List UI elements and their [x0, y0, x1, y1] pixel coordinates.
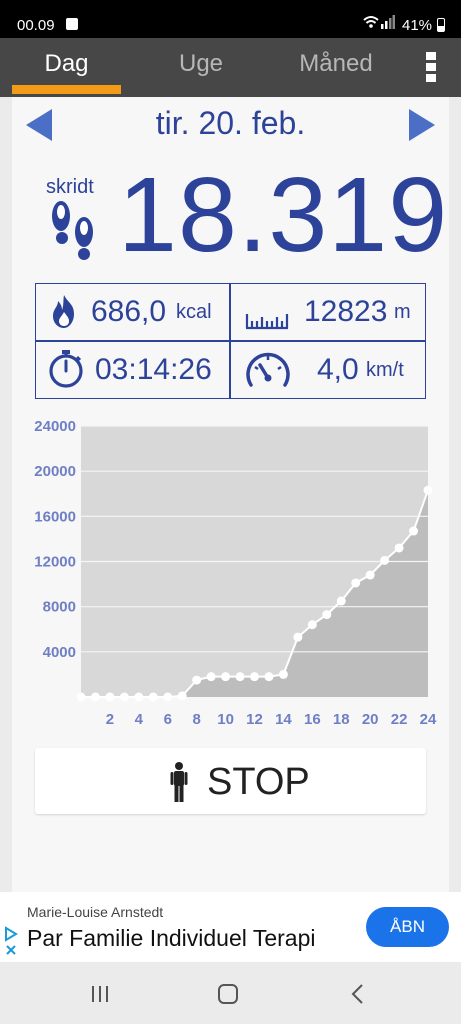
x-tick-label: 4 [135, 711, 144, 728]
notification-icon [66, 18, 78, 30]
x-tick-label: 20 [362, 711, 379, 728]
chart-data-point [409, 526, 419, 536]
person-icon [170, 762, 188, 802]
status-time: 00.09 [17, 17, 55, 34]
steps-count: 18.319 [118, 156, 449, 274]
chart-data-point [177, 691, 187, 701]
x-tick-label: 18 [333, 711, 350, 728]
stop-button[interactable]: STOP [35, 748, 426, 814]
chart-data-point [119, 692, 129, 702]
chart-data-point [163, 692, 173, 702]
stop-button-label: STOP [207, 761, 310, 803]
chart-data-point [351, 578, 361, 588]
system-nav-bar [0, 962, 461, 1024]
x-tick-label: 2 [106, 711, 114, 728]
chart-data-point [90, 692, 100, 702]
speed-value: 4,0 [317, 353, 359, 386]
status-bar: 00.09 41% [0, 0, 461, 38]
ad-advertiser: Marie-Louise Arnstedt [27, 904, 164, 920]
chart-data-point [380, 555, 390, 565]
next-day-arrow-icon[interactable] [409, 109, 435, 141]
chart-data-point [293, 632, 303, 642]
y-tick-label: 12000 [34, 554, 76, 571]
chart-data-point [76, 692, 86, 702]
x-tick-label: 22 [391, 711, 408, 728]
x-tick-label: 24 [420, 711, 437, 728]
x-tick-label: 14 [275, 711, 292, 728]
chart-data-point [235, 672, 245, 682]
chart-data-point [394, 543, 404, 553]
chart-data-point [264, 672, 274, 682]
x-tick-label: 8 [192, 711, 200, 728]
calories-value: 686,0 [91, 295, 167, 328]
y-tick-label: 16000 [34, 508, 76, 525]
x-tick-label: 12 [246, 711, 263, 728]
ruler-icon [245, 314, 289, 330]
overflow-menu-icon[interactable] [424, 52, 438, 86]
home-icon[interactable] [216, 982, 240, 1006]
chart-data-point [221, 672, 231, 682]
chart-data-point [148, 692, 158, 702]
tab-month[interactable]: Måned [280, 38, 392, 97]
x-tick-label: 6 [164, 711, 172, 728]
chart-data-point [423, 485, 433, 495]
y-tick-label: 20000 [34, 463, 76, 480]
back-icon[interactable] [346, 982, 370, 1006]
signal-icon [381, 15, 395, 32]
stopwatch-icon [49, 350, 83, 388]
y-tick-label: 24000 [34, 418, 76, 435]
footprints-icon [52, 201, 93, 260]
ad-open-button[interactable]: ÅBN [366, 907, 449, 947]
y-tick-label: 4000 [43, 644, 76, 661]
chart-data-point [250, 672, 259, 682]
ad-headline[interactable]: Par Familie Individuel Terapi [27, 925, 316, 952]
stats-grid: 686,0 kcal 12823 m 03:14:26 4,0 km/t [35, 283, 426, 399]
x-tick-label: 16 [304, 711, 321, 728]
flame-icon [53, 295, 74, 328]
battery-icon [437, 18, 445, 32]
calories-unit: kcal [176, 301, 212, 323]
battery-percent: 41% [402, 17, 433, 34]
tab-week[interactable]: Uge [143, 38, 259, 97]
chart-data-point [336, 596, 346, 606]
chart-data-point [134, 692, 144, 702]
chart-data-point [365, 570, 375, 580]
tab-indicator [12, 85, 121, 94]
previous-day-arrow-icon[interactable] [26, 109, 52, 141]
ad-banner[interactable]: Marie-Louise Arnstedt Par Familie Indivi… [0, 892, 461, 962]
duration-value: 03:14:26 [95, 353, 212, 386]
speedometer-icon [246, 352, 290, 387]
chart-data-point [307, 620, 317, 630]
date-label: tir. 20. feb. [155, 105, 306, 141]
x-tick-label: 10 [217, 711, 234, 728]
steps-chart: 24000200001600012000800040002 4 6 8 10 12 14 16… [34, 418, 437, 728]
distance-value: 12823 [304, 295, 388, 328]
recent-apps-icon[interactable] [88, 982, 112, 1006]
ad-choices-icon[interactable] [4, 926, 18, 956]
chart-data-point [278, 669, 288, 679]
chart-data-point [322, 610, 332, 620]
chart-data-point [192, 675, 202, 685]
wifi-icon [363, 15, 379, 32]
distance-unit: m [394, 301, 411, 323]
chart-data-point [105, 692, 115, 702]
speed-unit: km/t [366, 359, 404, 381]
chart-data-point [206, 672, 216, 682]
y-tick-label: 8000 [43, 599, 76, 616]
